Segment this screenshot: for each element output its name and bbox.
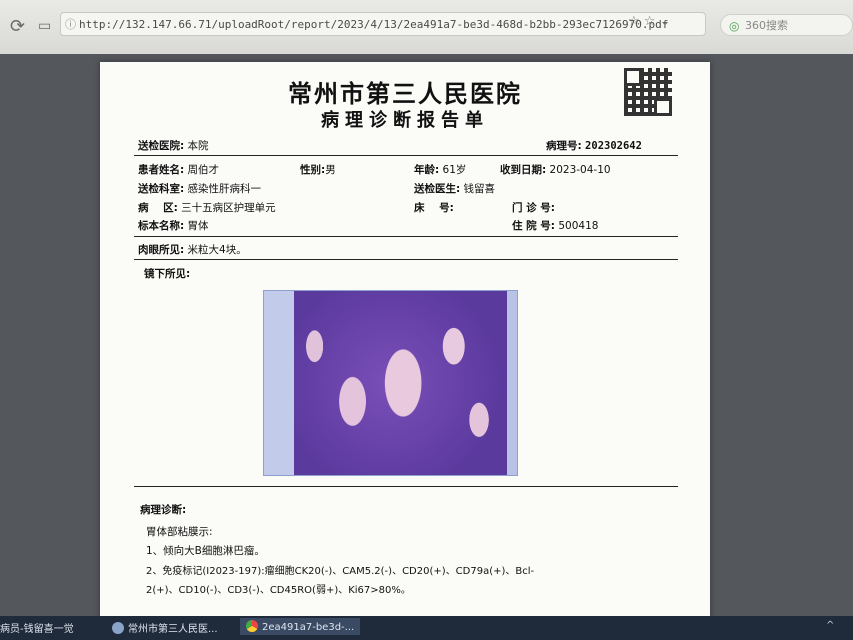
ward-label: 病 区: [138, 202, 178, 214]
sending-hospital-label: 送检医院: [138, 140, 185, 152]
app-icon [112, 622, 124, 634]
gross-findings: 米粒大4块。 [187, 244, 247, 256]
report-title: 病理诊断报告单 [321, 110, 489, 131]
qr-code [624, 68, 672, 116]
age-label: 年龄: [414, 164, 440, 176]
browser-icon [246, 620, 258, 632]
taskbar: 病员-钱留喜一觉 常州市第三人民医... 2ea491a7-be3d-... ^ [0, 616, 853, 640]
inpatient-label: 住 院 号: [512, 220, 556, 232]
dept-label: 送检科室: [138, 183, 185, 195]
favorite-icon[interactable]: ☆ ☆ ⌄ [628, 14, 670, 29]
inpatient-no: 500418 [558, 220, 599, 232]
divider [134, 155, 678, 156]
taskbar-item[interactable]: 病员-钱留喜一觉 [0, 620, 74, 635]
divider [134, 236, 678, 237]
patient-name-label: 患者姓名: [138, 164, 185, 176]
tray-chevron-icon[interactable]: ^ [826, 620, 834, 631]
address-bar[interactable]: ⓘ http://132.147.66.71/uploadRoot/report… [60, 12, 706, 36]
search-placeholder: 360搜索 [745, 19, 788, 32]
received-label: 收到日期: [500, 164, 547, 176]
dept: 感染性肝病科一 [187, 183, 262, 195]
diagnosis-line: 2(+)、CD10(-)、CD3(-)、CD45RO(弱+)、Ki67>80%。 [146, 585, 411, 596]
diagnosis-line: 1、倾向大B细胞淋巴瘤。 [146, 545, 265, 557]
page-icon: ▭ [38, 18, 52, 34]
micro-label: 镜下所见: [144, 268, 191, 280]
diagnosis-line: 胃体部粘膜示: [146, 526, 213, 538]
hospital-name: 常州市第三人民医院 [288, 79, 522, 108]
taskbar-item[interactable]: 常州市第三人民医... [112, 620, 218, 635]
specimen-label: 标本名称: [138, 220, 185, 232]
pathology-no: 202302642 [585, 140, 642, 152]
gross-label: 肉眼所见: [138, 244, 185, 256]
browser-toolbar: ⟳ ▭ ⓘ http://132.147.66.71/uploadRoot/re… [0, 0, 853, 54]
taskbar-item-label: 常州市第三人民医... [128, 624, 218, 635]
report-page: 常州市第三人民医院 病理诊断报告单 送检医院: 本院 病理号: 20230264… [100, 62, 710, 624]
doctor-label: 送检医生: [414, 183, 461, 195]
patient-name: 周伯才 [187, 164, 220, 176]
reload-icon[interactable]: ⟳ [10, 16, 25, 37]
divider [134, 259, 678, 260]
info-icon: ⓘ [65, 18, 76, 31]
gender: 男 [325, 164, 336, 176]
taskbar-item-active[interactable]: 2ea491a7-be3d-... [240, 618, 361, 635]
diagnosis-label: 病理诊断: [140, 504, 187, 516]
received-date: 2023-04-10 [549, 164, 611, 176]
doctor: 钱留喜 [463, 183, 496, 195]
microscopy-image [263, 290, 518, 476]
age: 61岁 [442, 164, 467, 176]
search-engine-icon: ◎ [729, 19, 740, 33]
url-text: http://132.147.66.71/uploadRoot/report/2… [79, 18, 669, 31]
pathology-no-label: 病理号: [546, 140, 582, 152]
sending-hospital: 本院 [187, 140, 209, 152]
specimen: 胃体 [187, 220, 209, 232]
pdf-viewer[interactable]: 常州市第三人民医院 病理诊断报告单 送检医院: 本院 病理号: 20230264… [0, 54, 853, 624]
search-box[interactable]: ◎ 360搜索 [720, 14, 853, 36]
bed-label: 床 号: [414, 202, 454, 214]
ward: 三十五病区护理单元 [181, 202, 276, 214]
diagnosis-line: 2、免疫标记(I2023-197):瘤细胞CK20(-)、CAM5.2(-)、C… [146, 566, 535, 577]
taskbar-item-label: 2ea491a7-be3d-... [262, 622, 355, 633]
gender-label: 性别: [300, 164, 326, 176]
clinic-label: 门 诊 号: [512, 202, 556, 214]
divider [134, 486, 678, 487]
